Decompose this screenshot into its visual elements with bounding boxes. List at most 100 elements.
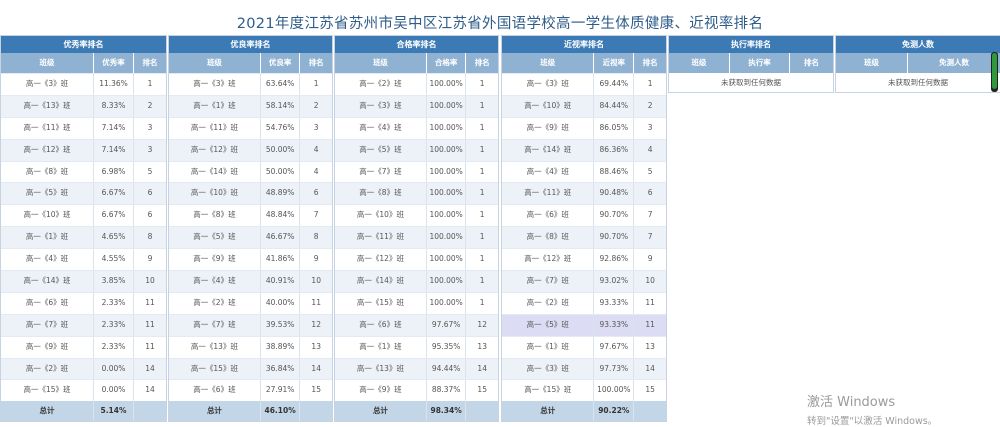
table-row[interactable]: 高一《14》班 86.36% 4 <box>502 138 666 161</box>
table-row[interactable]: 高一《11》班 90.48% 6 <box>502 182 666 205</box>
table-row[interactable]: 高一《8》班 90.70% 7 <box>502 226 666 249</box>
col-rate[interactable]: 优秀率 <box>94 53 134 73</box>
table-row[interactable]: 高一《7》班 39.53% 12 <box>169 313 332 336</box>
table-row[interactable]: 高一《3》班 11.36% 1 <box>1 73 166 95</box>
table-row[interactable]: 高一《8》班 100.00% 1 <box>335 182 498 205</box>
table-row[interactable]: 高一《4》班 88.46% 5 <box>502 160 666 183</box>
col-exec-rate[interactable]: 执行率 <box>730 53 790 73</box>
table-row[interactable]: 高一《13》班 8.33% 2 <box>1 94 166 117</box>
column-header-row: 班级 近视率 排名 <box>502 53 666 73</box>
table-row[interactable]: 高一《12》班 100.00% 1 <box>335 248 498 271</box>
col-rank[interactable]: 排名 <box>634 53 666 73</box>
table-row[interactable]: 高一《9》班 86.05% 3 <box>502 116 666 139</box>
table-row[interactable]: 高一《3》班 100.00% 1 <box>335 94 498 117</box>
table-row[interactable]: 高一《4》班 100.00% 1 <box>335 116 498 139</box>
table-row[interactable]: 高一《9》班 41.86% 9 <box>169 248 332 271</box>
total-row: 总计 5.14% <box>1 401 166 422</box>
table-row[interactable]: 高一《5》班 93.33% 11 <box>502 313 666 336</box>
table-row[interactable]: 高一《9》班 2.33% 11 <box>1 335 166 358</box>
col-rank[interactable]: 排名 <box>300 53 332 73</box>
col-class[interactable]: 班级 <box>836 53 908 73</box>
table-row[interactable]: 高一《1》班 97.67% 13 <box>502 335 666 358</box>
table-row[interactable]: 高一《3》班 63.64% 1 <box>169 73 332 95</box>
table-row[interactable]: 高一《5》班 46.67% 8 <box>169 226 332 249</box>
table-row[interactable]: 高一《7》班 100.00% 1 <box>335 160 498 183</box>
table-row[interactable]: 高一《15》班 0.00% 14 <box>1 379 166 402</box>
table-row[interactable]: 高一《10》班 48.89% 6 <box>169 182 332 205</box>
cell-rate: 84.44% <box>594 95 635 117</box>
table-row[interactable]: 高一《8》班 48.84% 7 <box>169 204 332 227</box>
table-row[interactable]: 高一《5》班 6.67% 6 <box>1 182 166 205</box>
table-row[interactable]: 高一《12》班 50.00% 4 <box>169 138 332 161</box>
table-row[interactable]: 高一《10》班 6.67% 6 <box>1 204 166 227</box>
table-row[interactable]: 高一《15》班 100.00% 1 <box>335 291 498 314</box>
col-class[interactable]: 班级 <box>502 53 595 73</box>
table-row[interactable]: 高一《3》班 69.44% 1 <box>502 73 666 95</box>
table-row[interactable]: 高一《6》班 27.91% 15 <box>169 379 332 402</box>
table-row[interactable]: 高一《6》班 90.70% 7 <box>502 204 666 227</box>
col-rank[interactable]: 排名 <box>466 53 498 73</box>
table-row[interactable]: 高一《4》班 4.55% 9 <box>1 248 166 271</box>
cell-rate: 100.00% <box>427 139 467 161</box>
total-rate: 98.34% <box>427 401 467 422</box>
col-rank[interactable]: 排名 <box>790 53 833 73</box>
table-row[interactable]: 高一《8》班 6.98% 5 <box>1 160 166 183</box>
table-row[interactable]: 高一《12》班 7.14% 3 <box>1 138 166 161</box>
table-row[interactable]: 高一《3》班 97.73% 14 <box>502 357 666 380</box>
cell-rank: 4 <box>313 166 319 176</box>
panel-title: 优良率排名 <box>169 36 332 53</box>
table-row[interactable]: 高一《15》班 36.84% 14 <box>169 357 332 380</box>
table-row[interactable]: 高一《11》班 7.14% 3 <box>1 116 166 139</box>
table-row[interactable]: 高一《6》班 2.33% 11 <box>1 291 166 314</box>
table-row[interactable]: 高一《7》班 2.33% 11 <box>1 313 166 336</box>
table-row[interactable]: 高一《2》班 93.33% 11 <box>502 291 666 314</box>
table-row[interactable]: 高一《11》班 54.76% 3 <box>169 116 332 139</box>
total-rate: 90.22% <box>594 401 635 422</box>
table-row[interactable]: 高一《11》班 100.00% 1 <box>335 226 498 249</box>
col-rank[interactable]: 排名 <box>134 53 166 73</box>
col-class[interactable]: 班级 <box>335 53 427 73</box>
table-row[interactable]: 高一《13》班 38.89% 13 <box>169 335 332 358</box>
cell-rate: 4.65% <box>94 227 134 249</box>
cell-rank: 9 <box>147 254 153 264</box>
col-exempt-count[interactable]: 免测人数 <box>908 53 1000 73</box>
table-row[interactable]: 高一《14》班 3.85% 10 <box>1 270 166 292</box>
col-class[interactable]: 班级 <box>669 53 730 73</box>
col-rate[interactable]: 优良率 <box>261 53 301 73</box>
table-row[interactable]: 高一《12》班 92.86% 9 <box>502 248 666 271</box>
col-rate[interactable]: 合格率 <box>427 53 467 73</box>
cell-rate: 69.44% <box>594 74 635 95</box>
cell-rank: 2 <box>313 100 319 110</box>
col-class[interactable]: 班级 <box>1 53 94 73</box>
table-row[interactable]: 高一《7》班 93.02% 10 <box>502 270 666 292</box>
table-row[interactable]: 高一《10》班 84.44% 2 <box>502 94 666 117</box>
table-row[interactable]: 高一《9》班 88.37% 15 <box>335 379 498 402</box>
table-row[interactable]: 高一《2》班 100.00% 1 <box>335 73 498 95</box>
table-row[interactable]: 高一《2》班 40.00% 11 <box>169 291 332 314</box>
table-row[interactable]: 高一《6》班 97.67% 12 <box>335 313 498 336</box>
table-row[interactable]: 高一《1》班 4.65% 8 <box>1 226 166 249</box>
col-rate[interactable]: 近视率 <box>594 53 635 73</box>
cell-rate: 2.33% <box>94 292 134 314</box>
table-row[interactable]: 高一《2》班 0.00% 14 <box>1 357 166 380</box>
cell-rate: 38.89% <box>261 336 301 358</box>
scrollbar-thumb[interactable] <box>992 53 997 89</box>
cell-rank: 7 <box>647 210 653 220</box>
table-row[interactable]: 高一《14》班 50.00% 4 <box>169 160 332 183</box>
table-row[interactable]: 高一《5》班 100.00% 1 <box>335 138 498 161</box>
table-row[interactable]: 高一《4》班 40.91% 10 <box>169 270 332 292</box>
table-row[interactable]: 高一《13》班 94.44% 14 <box>335 357 498 380</box>
cell-rate: 39.53% <box>261 314 301 336</box>
cell-rate: 63.64% <box>261 74 301 95</box>
cell-rate: 50.00% <box>261 161 301 183</box>
total-rank <box>300 401 332 421</box>
table-row[interactable]: 高一《1》班 58.14% 2 <box>169 94 332 117</box>
table-row[interactable]: 高一《1》班 95.35% 13 <box>335 335 498 358</box>
table-row[interactable]: 高一《14》班 100.00% 1 <box>335 270 498 292</box>
cell-rank: 13 <box>645 341 655 351</box>
cell-rank: 14 <box>645 363 655 373</box>
cell-rank: 11 <box>145 341 155 351</box>
table-row[interactable]: 高一《15》班 100.00% 15 <box>502 379 666 402</box>
col-class[interactable]: 班级 <box>169 53 261 73</box>
table-row[interactable]: 高一《10》班 100.00% 1 <box>335 204 498 227</box>
